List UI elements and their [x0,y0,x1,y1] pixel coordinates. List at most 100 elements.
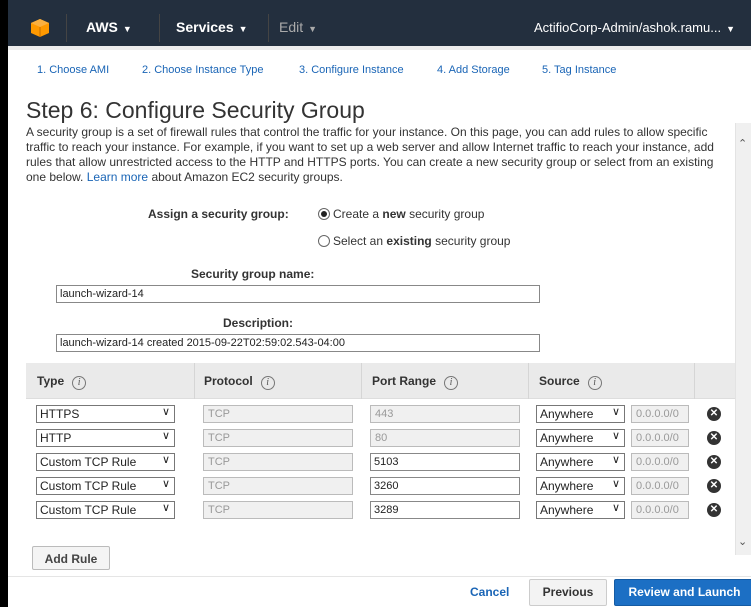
port-range-input[interactable] [370,453,520,471]
chevron-down-icon: ∨ [161,406,170,418]
services-menu[interactable]: Services ▼ [176,19,248,35]
radio-select-existing[interactable]: Select an existing security group [318,234,510,248]
table-row: Custom TCP Rule ∨ TCP Anywhere ∨ 0.0.0.0/0… [26,453,737,477]
type-value: Custom TCP Rule [40,479,137,493]
info-icon[interactable]: i [444,376,459,390]
aws-cube-logo-icon[interactable] [30,18,50,38]
description-input[interactable] [56,334,540,352]
radio-existing-pre: Select an [333,234,384,248]
chevron-down-icon: ▼ [726,24,735,34]
cancel-button[interactable]: Cancel [470,585,509,599]
radio-create-bold: new [382,207,406,221]
nav-separator [159,14,160,42]
table-row: Custom TCP Rule ∨ TCP Anywhere ∨ 0.0.0.0/0… [26,477,737,501]
scroll-up-icon[interactable]: ⌃ [738,137,747,150]
chevron-down-icon: ∨ [611,454,620,466]
aws-menu-label: AWS [86,19,118,35]
type-select[interactable]: Custom TCP Rule ∨ [36,501,175,519]
type-value: HTTP [40,431,72,445]
cidr-field: 0.0.0.0/0 [631,429,689,447]
step-add-storage[interactable]: 4. Add Storage [437,64,510,76]
description-label: Description: [223,316,294,330]
source-value: Anywhere [540,503,594,517]
chevron-down-icon: ∨ [611,430,620,442]
delete-rule-icon[interactable]: ✕ [707,479,721,493]
radio-create-new[interactable]: Create a new security group [318,207,484,221]
cidr-field: 0.0.0.0/0 [631,405,689,423]
delete-rule-icon[interactable]: ✕ [707,455,721,469]
header-source-label: Source [539,374,580,388]
delete-rule-icon[interactable]: ✕ [707,431,721,445]
protocol-field: TCP [203,405,353,423]
step-tag-instance[interactable]: 5. Tag Instance [542,64,616,76]
port-range-input[interactable] [370,501,520,519]
type-select[interactable]: Custom TCP Rule ∨ [36,453,175,471]
type-value: Custom TCP Rule [40,455,137,469]
radio-existing-post: security group [435,234,511,248]
header-protocol-label: Protocol [204,374,253,388]
type-select[interactable]: Custom TCP Rule ∨ [36,477,175,495]
review-and-launch-button[interactable]: Review and Launch [614,579,751,606]
source-select[interactable]: Anywhere ∨ [536,501,625,519]
source-select[interactable]: Anywhere ∨ [536,477,625,495]
chevron-down-icon: ▼ [238,24,248,34]
services-menu-label: Services [176,19,234,35]
port-range-input[interactable] [370,477,520,495]
delete-rule-icon[interactable]: ✕ [707,503,721,517]
header-port-range-label: Port Range [372,374,437,388]
account-menu[interactable]: ActifioCorp-Admin/ashok.ramu... ▼ [534,20,735,35]
chevron-down-icon: ▼ [308,24,318,34]
step-configure-instance[interactable]: 3. Configure Instance [299,64,404,76]
cidr-field: 0.0.0.0/0 [631,477,689,495]
radio-selected-icon[interactable] [318,208,330,220]
type-select[interactable]: HTTP ∨ [36,429,175,447]
edit-menu[interactable]: Edit ▼ [279,19,317,35]
info-icon[interactable]: i [260,376,275,390]
chevron-down-icon: ∨ [161,430,170,442]
source-select[interactable]: Anywhere ∨ [536,429,625,447]
aws-menu[interactable]: AWS ▼ [86,19,132,35]
chevron-down-icon: ∨ [611,502,620,514]
port-range-field: 80 [370,429,520,447]
column-divider [528,363,529,399]
header-port-range: Port Range i [372,374,459,390]
wizard-steps: 1. Choose AMI 2. Choose Instance Type 3.… [8,50,751,90]
scroll-down-icon[interactable]: ⌄ [738,535,747,548]
learn-more-link[interactable]: Learn more [87,170,148,184]
type-value: Custom TCP Rule [40,503,137,517]
info-icon[interactable]: i [587,376,602,390]
source-value: Anywhere [540,431,594,445]
table-row: Custom TCP Rule ∨ TCP Anywhere ∨ 0.0.0.0/0… [26,501,737,525]
top-nav-bar: AWS ▼ Services ▼ Edit ▼ ActifioCorp-Admin/a… [8,0,751,50]
chevron-down-icon: ∨ [161,478,170,490]
window-frame [0,0,8,607]
protocol-field: TCP [203,429,353,447]
info-icon[interactable]: i [72,376,87,390]
source-select[interactable]: Anywhere ∨ [536,405,625,423]
step-choose-instance-type[interactable]: 2. Choose Instance Type [142,64,264,76]
radio-unselected-icon[interactable] [318,235,330,247]
type-select[interactable]: HTTPS ∨ [36,405,175,423]
nav-separator [268,14,269,42]
delete-rule-icon[interactable]: ✕ [707,407,721,421]
radio-existing-bold: existing [386,234,432,248]
source-value: Anywhere [540,479,594,493]
security-group-name-input[interactable] [56,285,540,303]
chevron-down-icon: ∨ [161,502,170,514]
step-choose-ami[interactable]: 1. Choose AMI [37,64,109,76]
header-source: Source i [539,374,602,390]
source-select[interactable]: Anywhere ∨ [536,453,625,471]
main-content: Step 6: Configure Security Group A secur… [26,95,736,185]
table-row: HTTP ∨ TCP 80 Anywhere ∨ 0.0.0.0/0 ✕ [26,429,737,453]
add-rule-button[interactable]: Add Rule [32,546,110,570]
radio-create-pre: Create a [333,207,380,221]
chevron-down-icon: ∨ [611,478,620,490]
protocol-field: TCP [203,501,353,519]
assign-security-group-label: Assign a security group: [148,207,289,221]
column-divider [361,363,362,399]
description-tail: about Amazon EC2 security groups. [151,170,343,184]
vertical-scrollbar[interactable]: ⌃ ⌄ [735,123,751,555]
protocol-field: TCP [203,453,353,471]
previous-button[interactable]: Previous [529,579,607,606]
page-title: Step 6: Configure Security Group [26,97,365,123]
